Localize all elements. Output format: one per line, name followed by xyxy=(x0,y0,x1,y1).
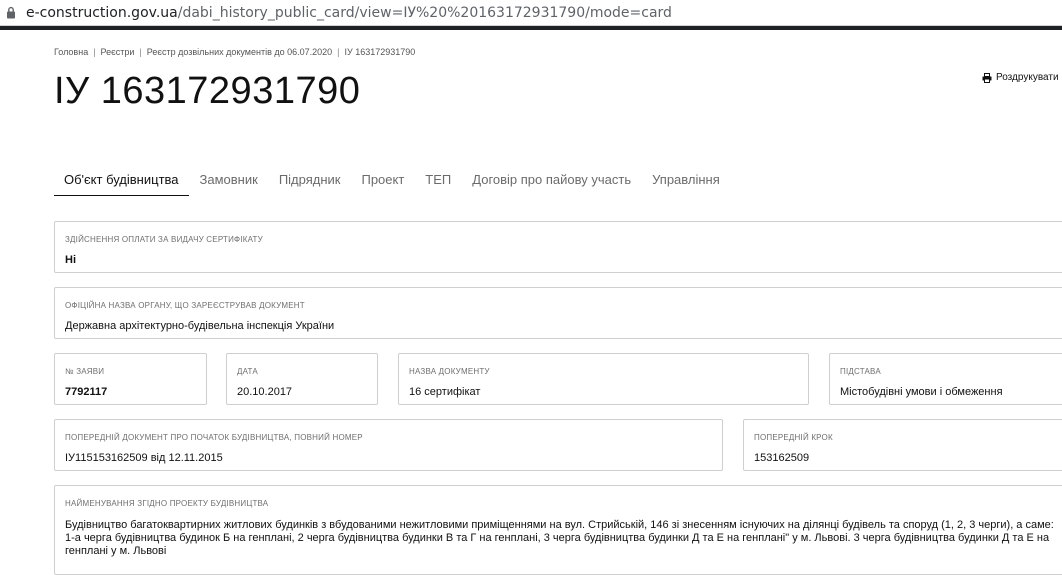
tab-project[interactable]: Проект xyxy=(351,168,414,195)
document-name-label: Назва документу xyxy=(409,367,490,376)
breadcrumb-registries[interactable]: Реєстри xyxy=(101,47,135,57)
address-bar[interactable]: e-construction.gov.ua/dabi_history_publi… xyxy=(0,0,1062,26)
url-domain: e-construction.gov.ua xyxy=(26,5,178,21)
url-text[interactable]: e-construction.gov.ua/dabi_history_publi… xyxy=(26,5,672,21)
previous-document-value: ІУ115153162509 від 12.11.2015 xyxy=(65,452,223,464)
document-name-value: 16 сертифікат xyxy=(409,386,481,398)
previous-step-field: Попередній крок 153162509 xyxy=(743,419,1062,471)
print-button[interactable]: Роздрукувати xyxy=(982,72,1059,83)
authority-label: Офіційна назва органу, що зареєстрував д… xyxy=(65,301,305,310)
date-value: 20.10.2017 xyxy=(237,386,293,398)
payment-field: Здійснення оплати за видачу сертифікату … xyxy=(54,221,1062,273)
basis-label: Підстава xyxy=(840,367,881,376)
breadcrumb-home[interactable]: Головна xyxy=(54,47,88,57)
project-name-label: Найменування згідно проекту будівництва xyxy=(65,499,269,508)
print-label: Роздрукувати xyxy=(996,72,1059,83)
printer-icon xyxy=(982,72,992,83)
previous-step-value: 153162509 xyxy=(754,452,810,464)
lock-icon xyxy=(7,6,15,19)
basis-value: Містобудівні умови і обмеження xyxy=(840,386,1003,398)
breadcrumb-registry[interactable]: Реєстр дозвільних документів до 06.07.20… xyxy=(147,47,332,57)
tab-equity-agreement[interactable]: Договір про пайову участь xyxy=(462,168,641,195)
project-name-value: Будівництво багатоквартирних житлових бу… xyxy=(65,519,1054,557)
date-label: Дата xyxy=(237,367,258,376)
previous-step-label: Попередній крок xyxy=(754,433,833,442)
tab-bar: Об'єкт будівництва Замовник Підрядник Пр… xyxy=(54,168,731,196)
basis-field: Підстава Містобудівні умови і обмеження xyxy=(829,353,1062,405)
document-name-field: Назва документу 16 сертифікат xyxy=(398,353,809,405)
payment-label: Здійснення оплати за видачу сертифікату xyxy=(65,235,263,244)
application-number-value: 7792117 xyxy=(65,386,108,398)
application-number-label: № заяви xyxy=(65,367,105,376)
tab-contractor[interactable]: Підрядник xyxy=(269,168,351,195)
breadcrumb-current: ІУ 163172931790 xyxy=(344,47,416,57)
authority-field: Офіційна назва органу, що зареєстрував д… xyxy=(54,287,1062,339)
url-path: /dabi_history_public_card/view=ІУ%20%201… xyxy=(177,5,672,21)
date-field: Дата 20.10.2017 xyxy=(226,353,378,405)
breadcrumb: Головна | Реєстри | Реєстр дозвільних докуме… xyxy=(54,47,416,57)
tab-management[interactable]: Управління xyxy=(642,168,730,195)
previous-document-field: Попередній документ про початок будівниц… xyxy=(54,419,723,471)
tab-tep[interactable]: ТЕП xyxy=(415,168,461,195)
tab-customer[interactable]: Замовник xyxy=(190,168,268,195)
application-number-field: № заяви 7792117 xyxy=(54,353,207,405)
tab-construction-object[interactable]: Об'єкт будівництва xyxy=(54,168,189,196)
payment-value: Ні xyxy=(65,254,76,266)
page-title: ІУ 163172931790 xyxy=(54,70,361,112)
authority-value: Державна архітектурно-будівельна інспекц… xyxy=(65,320,335,332)
previous-document-label: Попередній документ про початок будівниц… xyxy=(65,433,363,442)
page-top-edge xyxy=(0,26,1062,30)
project-name-field: Найменування згідно проекту будівництва … xyxy=(54,485,1062,575)
